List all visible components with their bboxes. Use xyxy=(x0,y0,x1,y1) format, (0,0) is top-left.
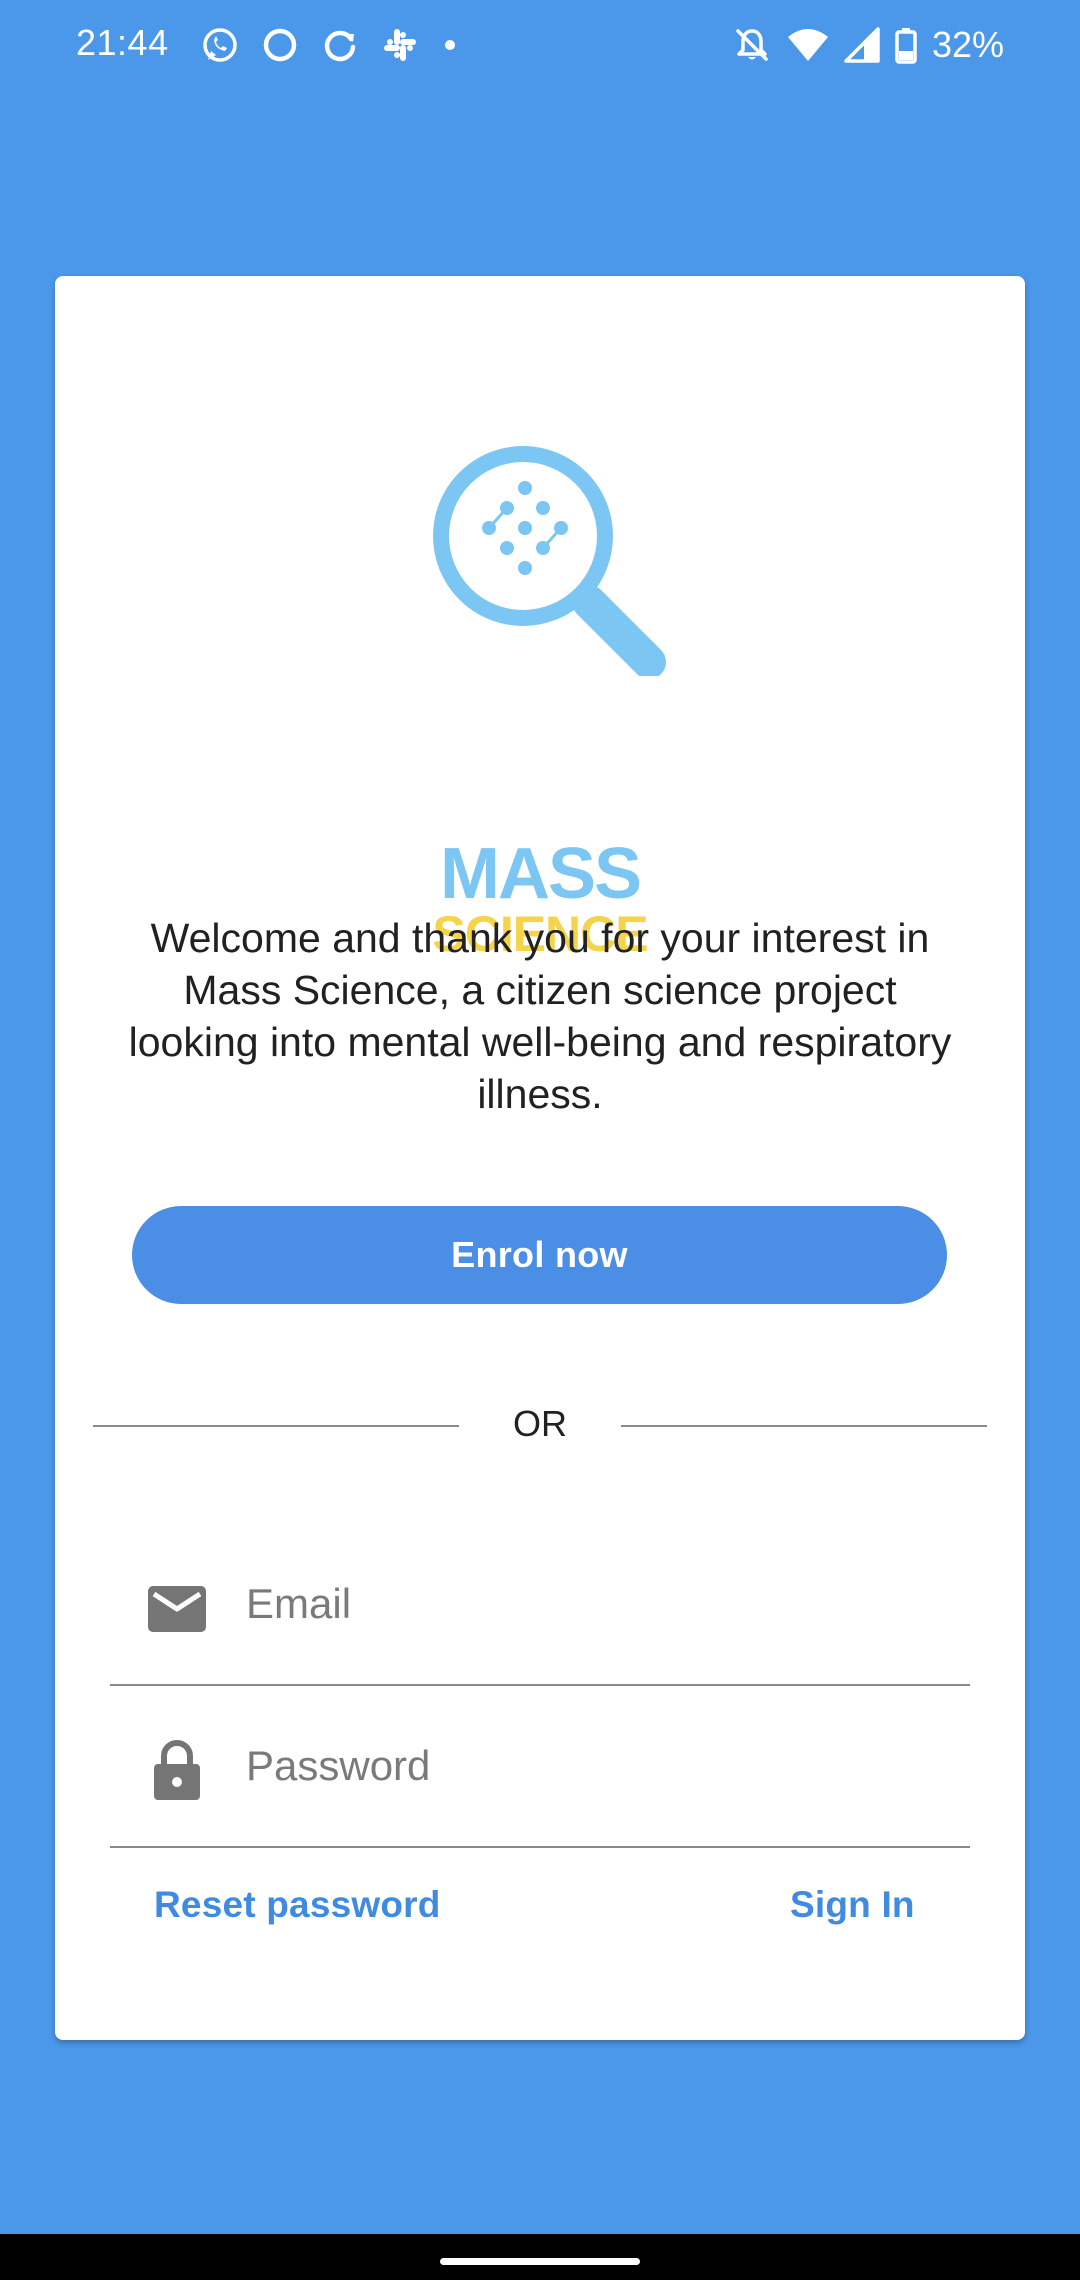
app-screen: 21:44 32% MASS SCIENCE Welcome and thank… xyxy=(0,0,1080,2280)
login-card: MASS SCIENCE Welcome and thank you for y… xyxy=(55,276,1025,2040)
battery-icon xyxy=(894,25,918,65)
password-field[interactable] xyxy=(110,1688,970,1848)
divider-line-left xyxy=(93,1425,459,1427)
email-field[interactable] xyxy=(110,1526,970,1686)
home-gesture-handle[interactable] xyxy=(440,2258,640,2265)
sync-icon xyxy=(320,25,360,65)
email-underline xyxy=(110,1684,970,1686)
slack-icon xyxy=(380,25,420,65)
system-status-icons: 32% xyxy=(732,22,1004,68)
reset-password-link[interactable]: Reset password xyxy=(154,1884,441,1926)
or-divider-text: OR xyxy=(513,1403,567,1444)
status-time: 21:44 xyxy=(76,22,169,63)
dot-icon xyxy=(440,25,460,65)
email-icon xyxy=(148,1586,206,1632)
logo-text-mass: MASS xyxy=(439,834,642,914)
password-input[interactable] xyxy=(246,1726,946,1806)
notification-icons xyxy=(200,22,460,68)
status-bar: 21:44 32% xyxy=(0,0,1080,90)
magnifier-dots-icon xyxy=(433,446,666,676)
sign-in-button[interactable]: Sign In xyxy=(790,1884,915,1926)
password-underline xyxy=(110,1846,970,1848)
divider-line-right xyxy=(621,1425,987,1427)
welcome-text: Welcome and thank you for your interest … xyxy=(128,915,952,1117)
signal-icon xyxy=(844,25,880,65)
notifications-off-icon xyxy=(732,25,772,65)
enrol-now-button[interactable]: Enrol now xyxy=(132,1206,947,1304)
battery-percentage: 32% xyxy=(931,24,1004,65)
circle-app-icon xyxy=(260,25,300,65)
whatsapp-icon xyxy=(200,25,240,65)
navigation-bar xyxy=(0,2234,1080,2280)
email-input[interactable] xyxy=(246,1564,946,1644)
lock-icon xyxy=(154,1740,200,1800)
wifi-icon xyxy=(786,25,830,65)
